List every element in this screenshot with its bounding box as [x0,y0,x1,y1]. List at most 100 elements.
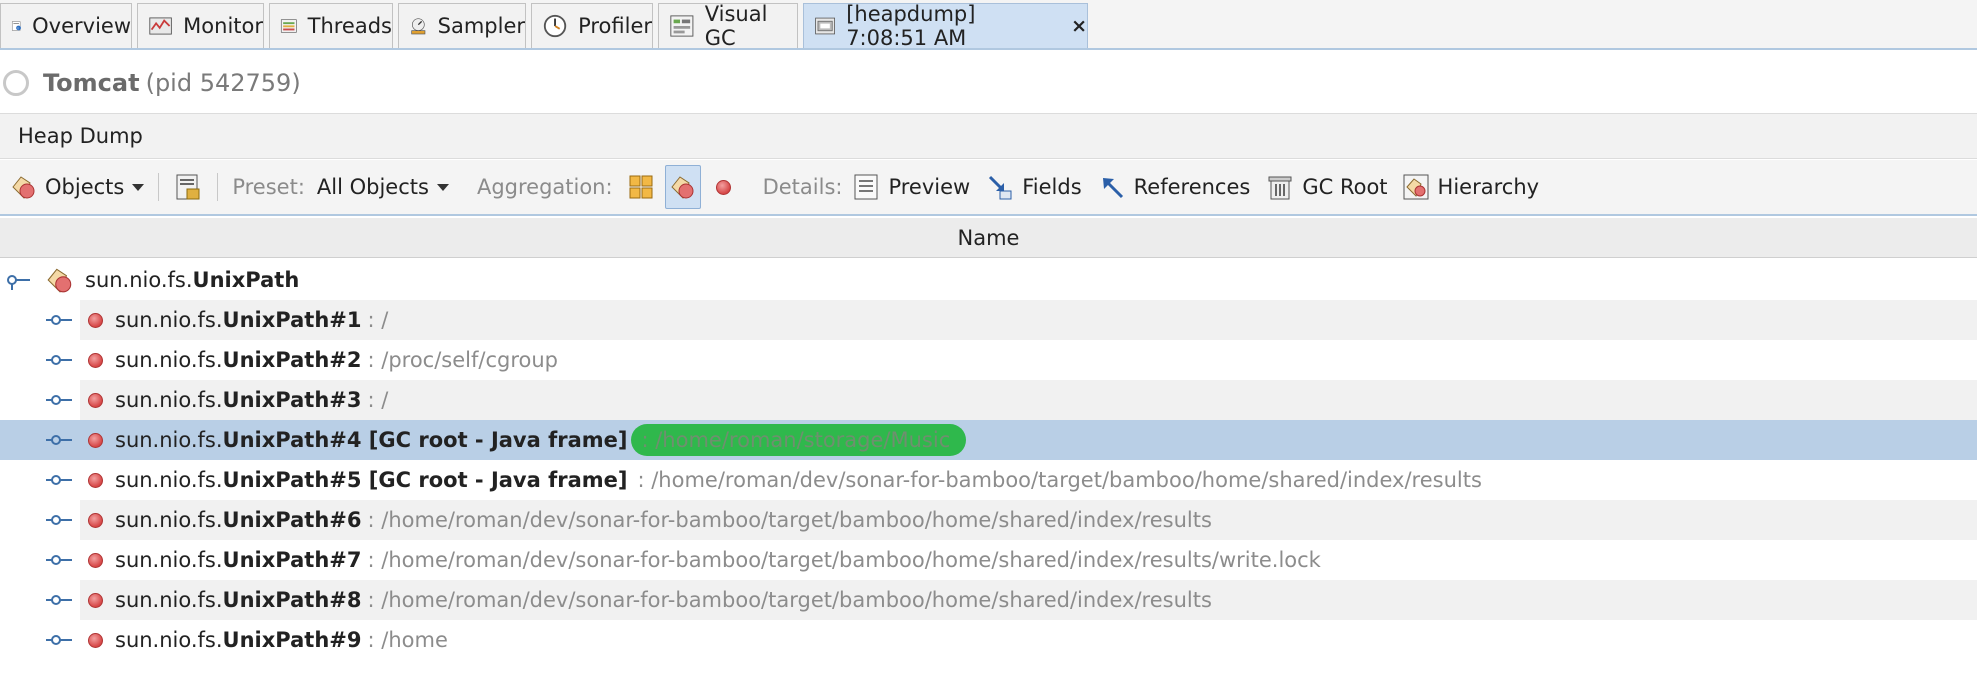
gc-root-label: GC Root [1302,175,1388,199]
tree-connector-icon [46,475,72,485]
table-row[interactable]: sun.nio.fs.UnixPath#9 : /home [46,620,1977,660]
tree-collapse-icon[interactable] [6,270,34,290]
table-row[interactable]: sun.nio.fs.UnixPath#2 : /proc/self/cgrou… [46,340,1977,380]
toolbar-separator [158,173,160,201]
instance-value: : / [367,308,389,332]
instance-icon [88,392,103,408]
svg-text:i: i [18,27,19,31]
fields-button[interactable]: Fields [986,165,1082,209]
instance-value: : /home [367,628,448,652]
tab-label: Monitor [183,14,263,38]
objects-icon [12,176,35,199]
tree-connector-icon [46,555,72,565]
tab-monitor[interactable]: Monitor [137,3,264,48]
instance-icon [88,472,103,488]
instance-icon [88,352,103,368]
table-row[interactable]: sun.nio.fs.UnixPath#3 : / [46,380,1977,420]
instance-name: sun.nio.fs.UnixPath#5 [GC root - Java fr… [115,468,627,492]
heap-dump-header: Heap Dump [0,113,1977,159]
table-row[interactable]: sun.nio.fs.UnixPath#7 : /home/roman/dev/… [46,540,1977,580]
package-prefix: sun.nio.fs. [115,628,223,652]
classes-view-button[interactable] [173,165,203,209]
instance-id: UnixPath#8 [222,588,362,612]
references-button[interactable]: References [1098,165,1250,209]
instance-name: sun.nio.fs.UnixPath#3 [115,388,362,412]
table-row-selected[interactable]: sun.nio.fs.UnixPath#4 [GC root - Java fr… [0,420,1977,460]
class-simple-name: UnixPath [192,268,300,292]
instance-icon [88,512,103,528]
close-tab-icon[interactable]: × [1071,15,1087,37]
instance-name: sun.nio.fs.UnixPath#4 [GC root - Java fr… [115,428,627,452]
tab-bar: i Overview Monitor Threads Sampler Profi… [0,0,1977,50]
aggregation-instances-button[interactable] [711,165,737,209]
column-header-name[interactable]: Name [0,218,1977,258]
class-icon [47,268,72,293]
instance-value: : /proc/self/cgroup [367,348,559,372]
chevron-down-icon [436,183,449,191]
instance-name: sun.nio.fs.UnixPath#1 [115,308,362,332]
instance-id: UnixPath#7 [222,548,362,572]
preset-value: All Objects [316,175,429,199]
visual-gc-icon [670,15,694,37]
preview-icon [854,174,878,200]
tab-threads[interactable]: Threads [269,3,393,48]
instance-value: : /home/roman/dev/sonar-for-bamboo/targe… [367,588,1212,612]
preset-selector[interactable]: Preset: All Objects [232,165,449,209]
package-prefix: sun.nio.fs. [115,388,223,412]
instance-id: UnixPath#9 [222,628,362,652]
hierarchy-icon [1403,174,1429,200]
tab-visual-gc[interactable]: Visual GC [658,2,798,50]
tab-heapdump[interactable]: [heapdump] 7:08:51 AM × [803,2,1088,50]
profiler-icon [543,14,567,38]
tree-connector-icon [46,515,72,525]
instance-name: sun.nio.fs.UnixPath#7 [115,548,362,572]
instance-id: UnixPath#3 [222,388,362,412]
heapdump-icon [815,17,835,35]
aggregation-label: Aggregation: [476,175,613,199]
fields-label: Fields [1022,175,1082,199]
tab-label: Overview [32,14,131,38]
app-pid: (pid 542759) [145,68,301,97]
aggregation-packages-button[interactable] [623,165,659,209]
tab-label: Sampler [437,14,525,38]
table-row[interactable]: sun.nio.fs.UnixPath#8 : /home/roman/dev/… [46,580,1977,620]
package-prefix: sun.nio.fs. [115,588,223,612]
app-name: Tomcat [43,68,140,97]
tab-label: Profiler [578,14,652,38]
instance-id: UnixPath#2 [222,348,362,372]
instance-icon [88,312,103,328]
table-row[interactable]: sun.nio.fs.UnixPath#1 : / [46,300,1977,340]
tab-label: Threads [307,14,392,38]
objects-label: Objects [45,175,125,199]
monitor-icon [149,17,172,35]
aggregation-classes-button[interactable] [664,165,701,209]
table-row[interactable]: sun.nio.fs.UnixPath#5 [GC root - Java fr… [46,460,1977,500]
instance-name: sun.nio.fs.UnixPath#6 [115,508,362,532]
package-prefix: sun.nio.fs. [85,268,193,292]
tree-root-row[interactable]: sun.nio.fs.UnixPath [0,260,1977,300]
objects-dropdown[interactable]: Objects [10,165,145,209]
overview-icon: i [11,21,21,31]
sampler-icon [411,18,426,35]
gc-root-button[interactable]: GC Root [1266,165,1388,209]
instance-id: UnixPath#5 [GC root - Java frame] [222,468,628,492]
trash-icon [1268,176,1292,200]
tree-connector-icon [46,595,72,605]
package-prefix: sun.nio.fs. [115,468,223,492]
tab-label: [heapdump] 7:08:51 AM [846,2,976,50]
instance-id: UnixPath#1 [222,308,362,332]
heap-toolbar: Objects Preset: All Objects Aggregation:… [0,160,1977,216]
instance-name: sun.nio.fs.UnixPath#2 [115,348,362,372]
instance-value: : /home/roman/dev/sonar-for-bamboo/targe… [367,508,1212,532]
table-row[interactable]: sun.nio.fs.UnixPath#6 : /home/roman/dev/… [46,500,1977,540]
tab-overview[interactable]: i Overview [0,3,132,48]
instance-id: UnixPath#4 [GC root - Java frame] [222,428,628,452]
preview-button[interactable]: Preview [852,165,970,209]
tab-sampler[interactable]: Sampler [398,3,526,48]
hierarchy-button[interactable]: Hierarchy [1402,165,1539,209]
chevron-down-icon [132,183,145,191]
tree-connector-icon [46,635,72,645]
instance-name: sun.nio.fs.UnixPath#9 [115,628,362,652]
tab-profiler[interactable]: Profiler [531,3,653,48]
package-prefix: sun.nio.fs. [115,548,223,572]
